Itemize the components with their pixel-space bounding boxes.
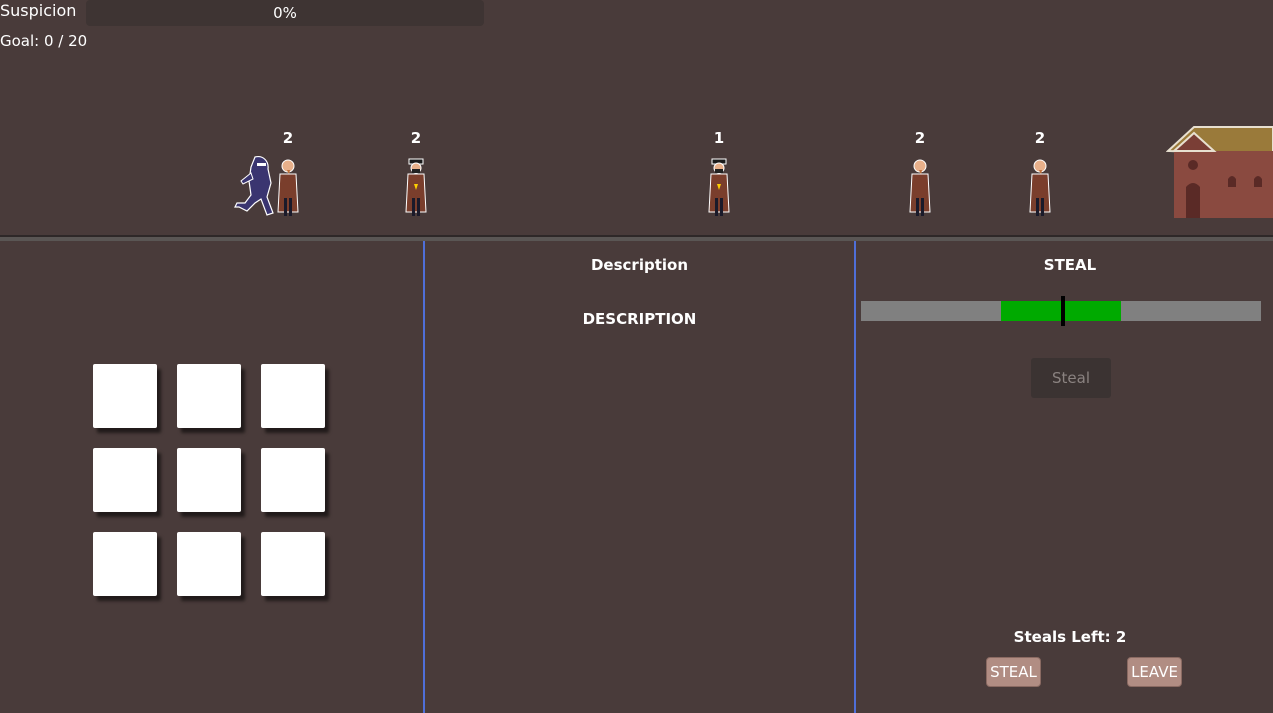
npc-count: 2: [1034, 129, 1046, 147]
description-title: Description: [590, 256, 689, 274]
inventory-slot[interactable]: [261, 448, 325, 512]
thief-player-icon: [234, 156, 274, 216]
inventory-slot[interactable]: [261, 532, 325, 596]
goal-label: Goal: 0 / 20: [0, 32, 88, 50]
inventory-grid: [93, 364, 325, 596]
npc-count: 2: [282, 129, 294, 147]
npc-count: 2: [410, 129, 422, 147]
npc-bald-man-icon[interactable]: [908, 158, 932, 218]
house-icon: [1166, 126, 1273, 218]
npc-count: 1: [713, 129, 725, 147]
npc-bald-man-icon[interactable]: [1028, 158, 1052, 218]
inventory-slot[interactable]: [93, 364, 157, 428]
steal-meter-needle: [1061, 296, 1065, 326]
steal-title: STEAL: [1043, 256, 1097, 274]
steal-timing-meter: [861, 296, 1261, 326]
inventory-slot[interactable]: [177, 532, 241, 596]
npc-count: 2: [914, 129, 926, 147]
suspicion-label: Suspicion: [0, 1, 77, 20]
street-scene: 2 2 1 2 2: [0, 60, 1273, 235]
steal-button[interactable]: Steal: [1031, 358, 1111, 398]
street-divider: [0, 235, 1273, 241]
steal-action-button[interactable]: STEAL: [986, 657, 1041, 687]
inventory-slot[interactable]: [177, 364, 241, 428]
steals-left-label: Steals Left: 2: [1013, 628, 1127, 646]
inventory-slot[interactable]: [177, 448, 241, 512]
leave-button[interactable]: LEAVE: [1127, 657, 1182, 687]
npc-hat-man-icon[interactable]: [707, 158, 731, 218]
suspicion-bar: 0%: [86, 0, 484, 26]
suspicion-value: 0%: [273, 4, 297, 22]
inventory-slot[interactable]: [261, 364, 325, 428]
description-body: DESCRIPTION: [582, 310, 697, 328]
npc-hat-man-icon[interactable]: [404, 158, 428, 218]
inventory-slot[interactable]: [93, 448, 157, 512]
npc-bald-man-icon[interactable]: [276, 158, 300, 218]
inventory-slot[interactable]: [93, 532, 157, 596]
